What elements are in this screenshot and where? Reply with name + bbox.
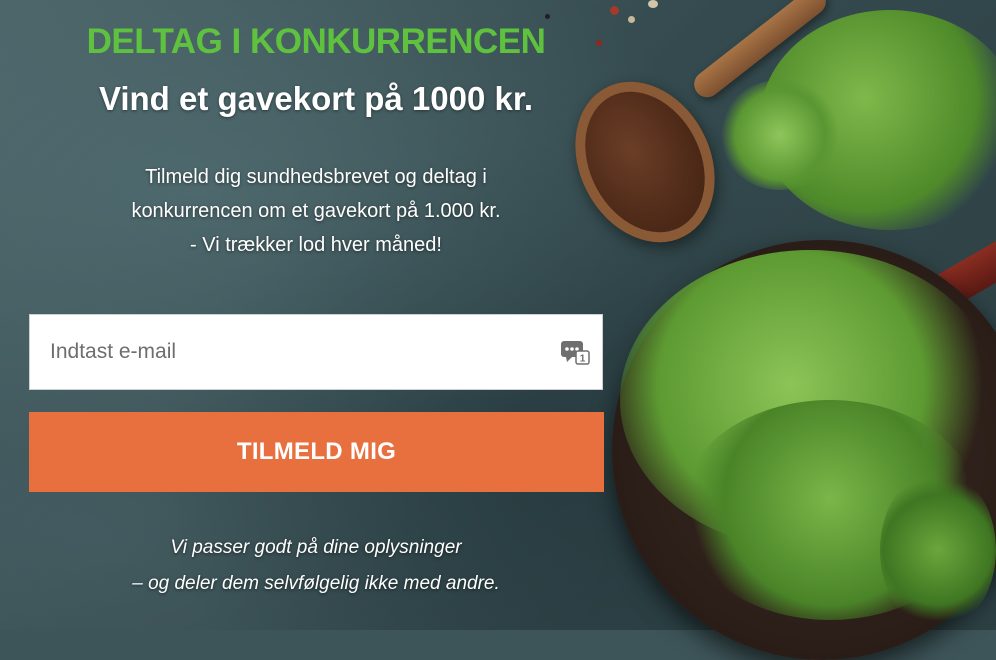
email-field-container: 1 bbox=[29, 314, 603, 390]
intro-line: - Vi trækker lod hver måned! bbox=[190, 234, 442, 256]
headline: DELTAG I KONKURRENCEN bbox=[86, 22, 546, 61]
signup-button[interactable]: TILMELD MIG bbox=[29, 412, 604, 492]
svg-text:1: 1 bbox=[580, 354, 586, 365]
privacy-line: Vi passer godt på dine oplysninger bbox=[170, 537, 462, 558]
password-manager-icon[interactable]: 1 bbox=[560, 339, 590, 365]
signup-panel: DELTAG I KONKURRENCEN Vind et gavekort p… bbox=[0, 0, 632, 630]
kale-leaf-corner bbox=[880, 470, 996, 630]
email-input[interactable] bbox=[30, 315, 550, 389]
subheadline: Vind et gavekort på 1000 kr. bbox=[98, 80, 534, 117]
kale-leaf bbox=[720, 80, 840, 190]
intro-text: Tilmeld dig sundhedsbrevet og deltag i k… bbox=[40, 160, 592, 262]
intro-line: Tilmeld dig sundhedsbrevet og deltag i bbox=[145, 166, 487, 188]
privacy-note: Vi passer godt på dine oplysninger – og … bbox=[0, 530, 632, 602]
intro-line: konkurrencen om et gavekort på 1.000 kr. bbox=[131, 200, 501, 222]
peppercorn bbox=[648, 0, 658, 8]
privacy-line: – og deler dem selvfølgelig ikke med and… bbox=[132, 573, 500, 594]
